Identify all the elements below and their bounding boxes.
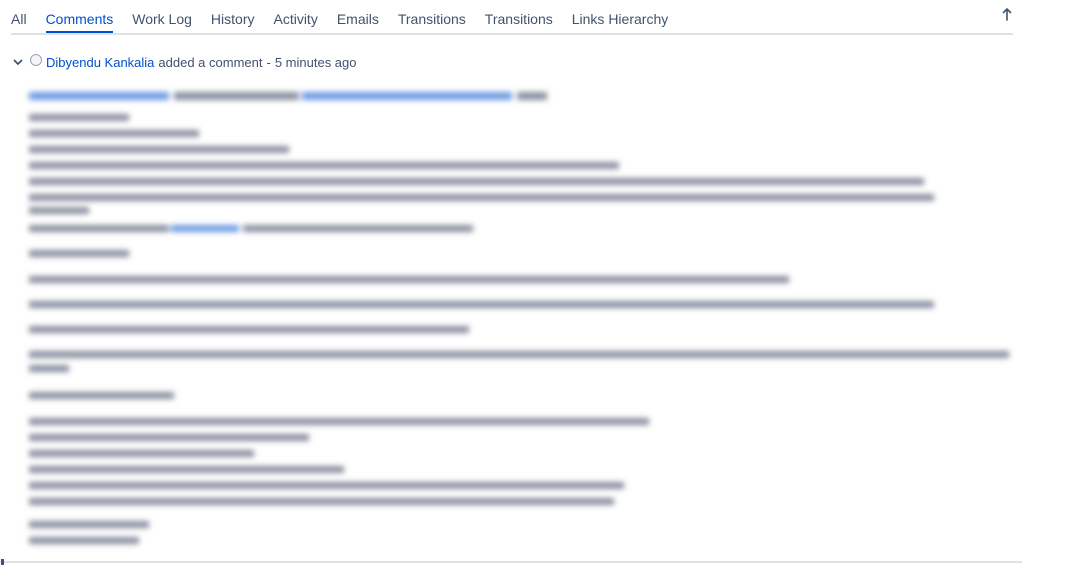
comment-author-link[interactable]: Dibyendu Kankalia: [46, 55, 154, 70]
tab-comments[interactable]: Comments: [45, 0, 114, 33]
scroll-indicator: [1, 559, 4, 565]
tab-work-log[interactable]: Work Log: [132, 0, 192, 31]
tab-activity[interactable]: Activity: [273, 0, 317, 31]
comment-body-blurred: [29, 86, 1019, 556]
arrow-up-icon: [1002, 7, 1012, 21]
tab-history[interactable]: History: [211, 0, 255, 31]
tab-transitions-2[interactable]: Transitions: [485, 0, 553, 31]
tab-transitions[interactable]: Transitions: [398, 0, 466, 31]
tab-emails[interactable]: Emails: [337, 0, 379, 31]
redacted-text-block: [29, 92, 1009, 544]
tab-all[interactable]: All: [11, 0, 27, 31]
panel-bottom-divider: [0, 561, 1022, 563]
comment-time[interactable]: 5 minutes ago: [275, 55, 357, 70]
tab-links-hierarchy[interactable]: Links Hierarchy: [572, 0, 668, 31]
activity-tabs: All Comments Work Log History Activity E…: [11, 0, 1013, 35]
comment-header: Dibyendu Kankalia added a comment - 5 mi…: [12, 53, 357, 70]
comment-separator: -: [266, 55, 271, 70]
scroll-to-top-button[interactable]: [1000, 6, 1014, 22]
avatar: [30, 53, 42, 66]
collapse-comment-button[interactable]: [12, 57, 24, 69]
activity-panel: All Comments Work Log History Activity E…: [0, 0, 1076, 565]
chevron-down-icon: [13, 59, 23, 65]
comment-action: added a comment: [158, 55, 263, 70]
